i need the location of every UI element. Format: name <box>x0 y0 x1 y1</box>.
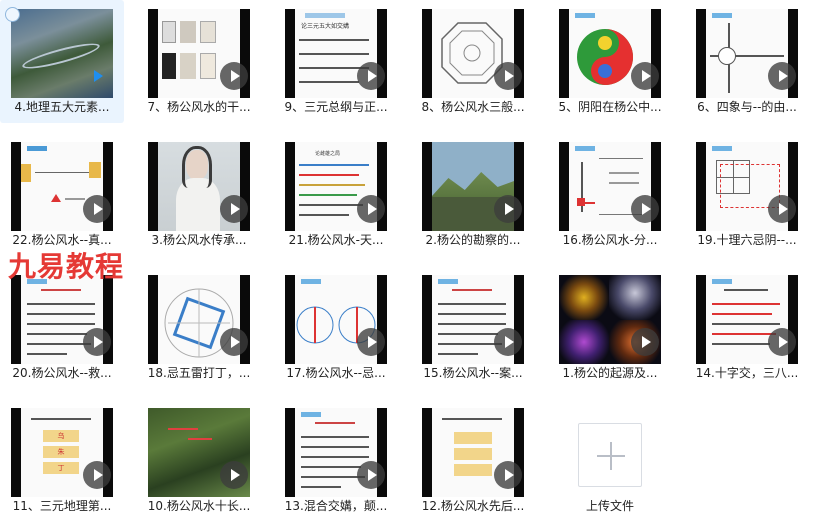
file-item[interactable]: 16.杨公风水-分... <box>548 133 672 256</box>
video-thumbnail[interactable] <box>422 408 524 497</box>
file-item[interactable]: 论三元五大如交媾 9、三元总纲与正... <box>274 0 398 123</box>
file-name[interactable]: 16.杨公风水-分... <box>552 232 668 248</box>
play-icon[interactable] <box>83 195 111 223</box>
play-icon[interactable] <box>220 195 248 223</box>
file-name[interactable]: 19.十理六忌阴--... <box>689 232 805 248</box>
file-item[interactable]: 18.忌五雷打丁，... <box>137 266 261 389</box>
video-thumbnail[interactable] <box>422 9 524 98</box>
play-icon[interactable] <box>83 62 111 90</box>
play-icon[interactable] <box>83 328 111 356</box>
file-item[interactable]: 6、四象与--的由... <box>685 0 809 123</box>
video-thumbnail[interactable] <box>696 9 798 98</box>
video-thumbnail[interactable] <box>11 9 113 98</box>
play-icon[interactable] <box>631 328 659 356</box>
video-thumbnail[interactable] <box>422 275 524 364</box>
video-thumbnail[interactable] <box>148 142 250 231</box>
file-name[interactable]: 13.混合交媾，颠... <box>278 498 394 514</box>
file-item[interactable]: 15.杨公风水--案... <box>411 266 535 389</box>
play-icon[interactable] <box>220 62 248 90</box>
file-name[interactable]: 14.十字交，三八... <box>689 365 805 381</box>
file-item[interactable]: 7、杨公风水的干... <box>137 0 261 123</box>
play-icon[interactable] <box>631 195 659 223</box>
video-thumbnail[interactable]: 乌朱丁 <box>11 408 113 497</box>
file-name[interactable]: 6、四象与--的由... <box>689 99 805 115</box>
play-icon[interactable] <box>357 195 385 223</box>
file-item[interactable]: 3.杨公风水传承... <box>137 133 261 256</box>
watermark-text: 九易教程 <box>8 250 125 283</box>
file-name[interactable]: 1.杨公的起源及... <box>552 365 668 381</box>
file-name[interactable]: 9、三元总纲与正... <box>278 99 394 115</box>
plus-icon[interactable] <box>578 423 642 487</box>
upload-label[interactable]: 上传文件 <box>552 498 668 514</box>
play-icon[interactable] <box>357 328 385 356</box>
file-name[interactable]: 20.杨公风水--救... <box>4 365 120 381</box>
thumb-box-1: 乌 <box>43 430 79 442</box>
file-item[interactable]: 5、阴阳在杨公中... <box>548 0 672 123</box>
play-icon[interactable] <box>768 328 796 356</box>
file-name[interactable]: 8、杨公风水三般... <box>415 99 531 115</box>
video-thumbnail[interactable] <box>148 408 250 497</box>
play-icon[interactable] <box>494 461 522 489</box>
file-name[interactable]: 15.杨公风水--案... <box>415 365 531 381</box>
video-thumbnail[interactable] <box>559 9 661 98</box>
play-icon[interactable] <box>494 195 522 223</box>
video-thumbnail[interactable] <box>148 275 250 364</box>
play-icon[interactable] <box>494 328 522 356</box>
video-thumbnail[interactable] <box>559 275 661 364</box>
file-item[interactable]: 12.杨公风水先后... <box>411 399 535 522</box>
upload-file-button[interactable]: 上传文件 <box>548 399 672 522</box>
file-item[interactable]: 13.混合交媾，颠... <box>274 399 398 522</box>
video-thumbnail[interactable] <box>11 275 113 364</box>
play-icon[interactable] <box>220 328 248 356</box>
play-icon[interactable] <box>494 62 522 90</box>
file-name[interactable]: 21.杨公风水-天... <box>278 232 394 248</box>
play-icon[interactable] <box>357 62 385 90</box>
video-thumbnail[interactable] <box>559 142 661 231</box>
video-thumbnail[interactable] <box>285 408 387 497</box>
file-item[interactable]: 2.杨公的勘察的... <box>411 133 535 256</box>
video-thumbnail[interactable] <box>696 275 798 364</box>
file-item[interactable]: 8、杨公风水三般... <box>411 0 535 123</box>
play-icon[interactable] <box>357 461 385 489</box>
file-name[interactable]: 7、杨公风水的干... <box>141 99 257 115</box>
file-name[interactable]: 18.忌五雷打丁，... <box>141 365 257 381</box>
video-thumbnail[interactable] <box>422 142 524 231</box>
file-name[interactable]: 10.杨公风水十长... <box>141 498 257 514</box>
play-icon[interactable] <box>768 195 796 223</box>
thumb-title: 论三元五大如交媾 <box>301 23 350 30</box>
thumb-box-3: 丁 <box>43 462 79 474</box>
play-icon[interactable] <box>631 62 659 90</box>
file-item[interactable]: 14.十字交，三八... <box>685 266 809 389</box>
thumb-heading: 论雌雄之局 <box>315 151 341 157</box>
play-icon[interactable] <box>220 461 248 489</box>
file-name[interactable]: 11、三元地理第... <box>4 498 120 514</box>
file-name[interactable]: 12.杨公风水先后... <box>415 498 531 514</box>
video-thumbnail[interactable] <box>285 275 387 364</box>
thumb-box-2: 朱 <box>43 446 79 458</box>
file-item[interactable]: 1.杨公的起源及... <box>548 266 672 389</box>
video-thumbnail[interactable] <box>696 142 798 231</box>
file-item[interactable]: 论雌雄之局 21.杨公风水-天... <box>274 133 398 256</box>
file-item[interactable]: 17.杨公风水--忌... <box>274 266 398 389</box>
file-name[interactable]: 17.杨公风水--忌... <box>278 365 394 381</box>
file-name[interactable]: 2.杨公的勘察的... <box>415 232 531 248</box>
file-item[interactable]: 10.杨公风水十长... <box>137 399 261 522</box>
file-item[interactable]: 19.十理六忌阴--... <box>685 133 809 256</box>
select-checkbox[interactable] <box>5 7 20 22</box>
file-item[interactable]: 4.地理五大元素... <box>0 0 124 123</box>
video-thumbnail[interactable] <box>11 142 113 231</box>
file-item[interactable]: 乌朱丁 11、三元地理第... <box>0 399 124 522</box>
file-name[interactable]: 3.杨公风水传承... <box>141 232 257 248</box>
play-icon[interactable] <box>83 461 111 489</box>
video-thumbnail[interactable] <box>148 9 250 98</box>
video-thumbnail[interactable]: 论三元五大如交媾 <box>285 9 387 98</box>
video-thumbnail[interactable]: 论雌雄之局 <box>285 142 387 231</box>
file-name[interactable]: 5、阴阳在杨公中... <box>552 99 668 115</box>
file-item[interactable]: 22.杨公风水--真... <box>0 133 124 256</box>
file-name[interactable]: 4.地理五大元素... <box>4 99 120 115</box>
play-icon[interactable] <box>768 62 796 90</box>
